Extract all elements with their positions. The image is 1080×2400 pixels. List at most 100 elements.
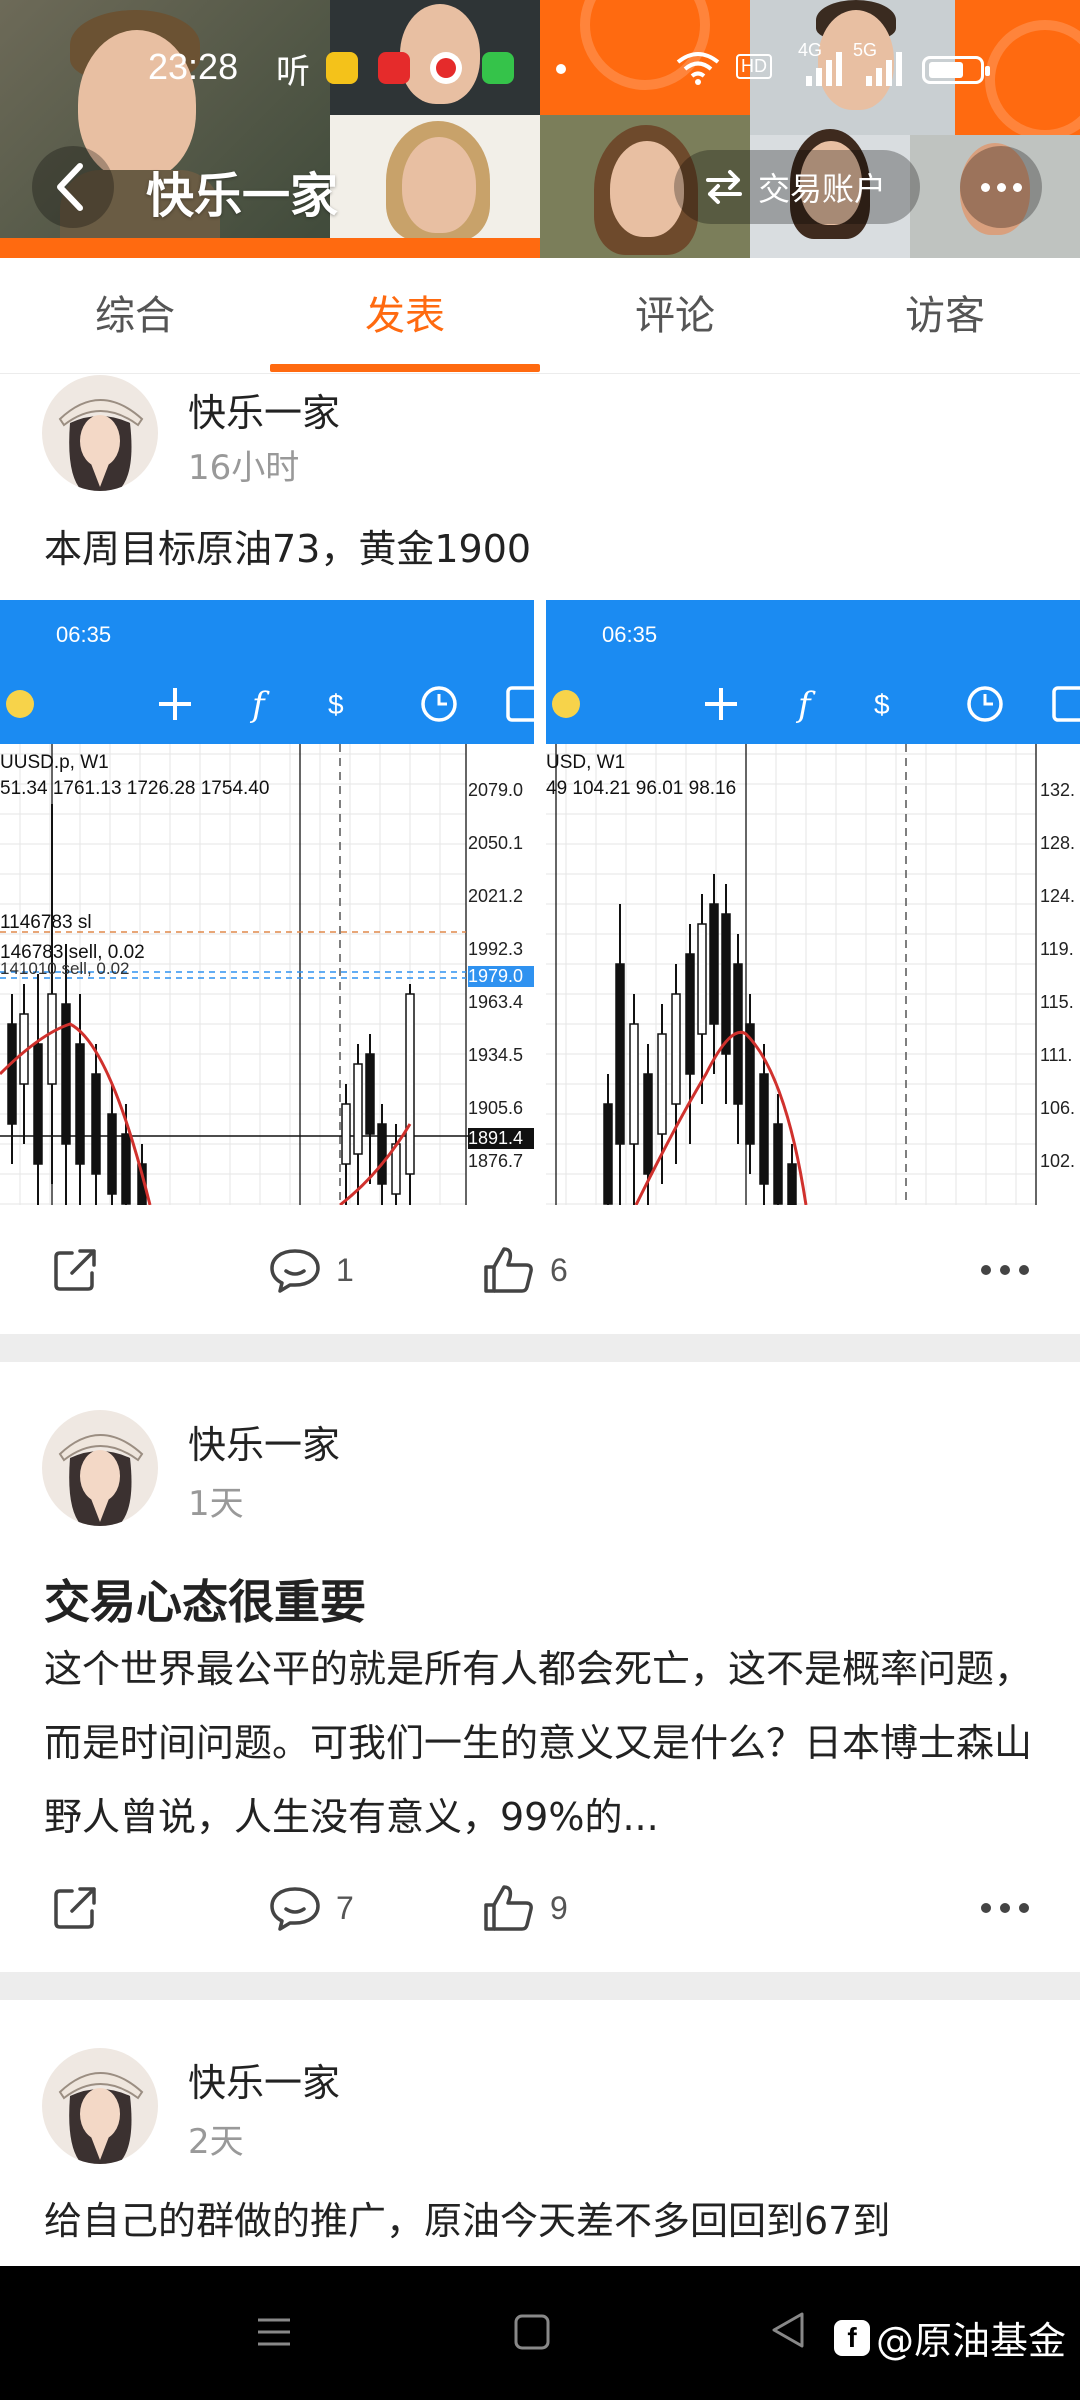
system-navigation-bar: f @原油基金 xyxy=(0,2266,1080,2400)
comment-count: 1 xyxy=(336,1251,354,1288)
chevron-left-icon xyxy=(57,163,83,211)
notification-dot-icon xyxy=(556,64,566,74)
order-sell-label-2: 141010 sell, 0.02 xyxy=(0,959,130,978)
price-axis-label: 132. xyxy=(1040,780,1076,800)
menu-nav-icon[interactable] xyxy=(254,2312,294,2352)
candle-body xyxy=(603,1103,613,1205)
price-axis-label: 2021.2 xyxy=(468,886,524,906)
more-horizontal-icon xyxy=(981,1903,1029,1913)
price-axis-label: 128. xyxy=(1040,833,1076,853)
candle-body xyxy=(787,1163,797,1205)
post-time: 1天 xyxy=(188,1484,244,1524)
candle-body xyxy=(405,993,415,1175)
like-count: 6 xyxy=(550,1251,568,1288)
chart-toolbar-icons: f $ xyxy=(6,685,534,725)
candle-body xyxy=(709,903,719,1025)
chart-ohlc-label: 51.34 1761.13 1726.28 1754.40 xyxy=(0,778,270,799)
post-actions: 7 9 xyxy=(0,1868,1080,1948)
home-nav-icon[interactable] xyxy=(512,2312,552,2352)
shop-app-icon xyxy=(482,52,514,84)
chart-toolbar-icons: f $ xyxy=(552,685,1080,725)
post-author[interactable]: 快乐一家 xyxy=(188,2052,340,2107)
avatar[interactable] xyxy=(42,375,158,491)
candle-body xyxy=(33,1043,43,1165)
candle-body xyxy=(685,953,695,1075)
post-more-button[interactable] xyxy=(980,1868,1030,1948)
chart-ohlc-label: 49 104.21 96.01 98.16 xyxy=(546,778,737,799)
comment-button[interactable]: 1 xyxy=(268,1230,354,1310)
comment-button[interactable]: 7 xyxy=(268,1868,354,1948)
chart-screenshot-time: 06:35 xyxy=(56,622,112,647)
candle-body xyxy=(697,923,707,1035)
tab-bar: 综合 发表 评论 访客 xyxy=(0,258,1080,374)
post-text[interactable]: 本周目标原油73，黄金1900 xyxy=(44,518,531,573)
candle-body xyxy=(7,1023,17,1125)
network-label: 4G 5G xyxy=(798,40,878,60)
candle-body xyxy=(721,913,731,1055)
chart-symbol-label: UUSD.p, W1 xyxy=(0,752,109,773)
avatar[interactable] xyxy=(42,1410,158,1526)
svg-text:f: f xyxy=(795,685,816,725)
share-button[interactable] xyxy=(50,1868,100,1948)
chart-app-toolbar: 06:35 f $ xyxy=(0,600,534,744)
price-axis-label: 102. xyxy=(1040,1151,1076,1171)
tab-comments[interactable]: 评论 xyxy=(540,258,810,374)
active-tab-indicator xyxy=(270,364,540,372)
tab-posts[interactable]: 发表 xyxy=(270,258,540,374)
post-author[interactable]: 快乐一家 xyxy=(188,382,340,437)
price-axis-label: 119. xyxy=(1040,939,1074,959)
candle-body xyxy=(629,1023,639,1145)
post-body[interactable]: 这个世界最公平的就是所有人都会死亡，这不是概率问题，而是时间问题。可我们一生的意… xyxy=(44,1632,1044,1854)
order-sl-label: 1146783 sl xyxy=(0,912,92,933)
like-button[interactable]: 6 xyxy=(482,1230,568,1310)
post-image-oil-chart[interactable]: 06:35 f $ USD, W1 49 104.21 96.01 98.16 … xyxy=(546,600,1080,1205)
thumbs-up-icon xyxy=(484,1885,533,1931)
post-author[interactable]: 快乐一家 xyxy=(188,1414,340,1469)
tab-visitors[interactable]: 访客 xyxy=(810,258,1080,374)
thumbs-up-icon xyxy=(484,1247,533,1293)
mail-app-icon xyxy=(326,52,358,84)
post-actions: 1 6 xyxy=(0,1230,1080,1310)
trading-account-button[interactable]: 交易账户 xyxy=(674,150,921,224)
candle-body xyxy=(341,1103,351,1165)
candle-body xyxy=(657,1033,667,1135)
battery-icon xyxy=(922,56,990,84)
post-heading[interactable]: 交易心态很重要 xyxy=(44,1566,366,1632)
like-count: 9 xyxy=(550,1889,568,1926)
price-axis-label: 124. xyxy=(1040,886,1076,906)
avatar[interactable] xyxy=(42,2048,158,2164)
header-orange-strip xyxy=(0,238,540,258)
candle-body xyxy=(615,963,625,1145)
post-divider xyxy=(0,1972,1080,2000)
post-time: 2天 xyxy=(188,2122,244,2162)
facebook-logo-icon: f xyxy=(833,2319,870,2356)
toutiao-app-icon xyxy=(378,52,410,84)
svg-text:$: $ xyxy=(328,689,344,720)
comment-icon xyxy=(270,1249,320,1293)
chart-symbol-label: USD, W1 xyxy=(546,752,626,773)
watermark: f @原油基金 xyxy=(833,2310,1066,2365)
like-button[interactable]: 9 xyxy=(482,1868,568,1948)
status-bar: 23:28 听 HD 4G 5G xyxy=(0,40,1080,102)
more-dots-icon xyxy=(980,182,990,192)
back-button[interactable] xyxy=(32,146,114,228)
post-divider xyxy=(0,1334,1080,1362)
share-button[interactable] xyxy=(50,1230,100,1310)
tab-overview[interactable]: 综合 xyxy=(0,258,270,374)
candle-body xyxy=(91,1073,101,1175)
watermark-text: @原油基金 xyxy=(875,2319,1066,2363)
back-nav-icon[interactable] xyxy=(768,2310,808,2350)
header-photo-3 xyxy=(330,115,540,258)
more-options-button[interactable] xyxy=(960,146,1042,228)
trading-account-label: 交易账户 xyxy=(758,170,887,208)
post-image-gold-chart[interactable]: 06:35 f $ UUSD.p, W1 51.34 1761.13 1726.… xyxy=(0,600,534,1205)
candle-body xyxy=(759,1073,769,1185)
price-axis-label: 106. xyxy=(1040,1098,1076,1118)
candle-body xyxy=(121,1133,131,1205)
post-more-button[interactable] xyxy=(980,1230,1030,1310)
candle-body xyxy=(377,1123,387,1185)
chart-screenshot-time: 06:35 xyxy=(602,622,658,647)
price-axis-label: 1905.6 xyxy=(468,1098,524,1118)
post-text[interactable]: 给自己的群做的推广，原油今天差不多回回到67到 xyxy=(44,2190,890,2245)
share-icon xyxy=(54,1249,96,1291)
